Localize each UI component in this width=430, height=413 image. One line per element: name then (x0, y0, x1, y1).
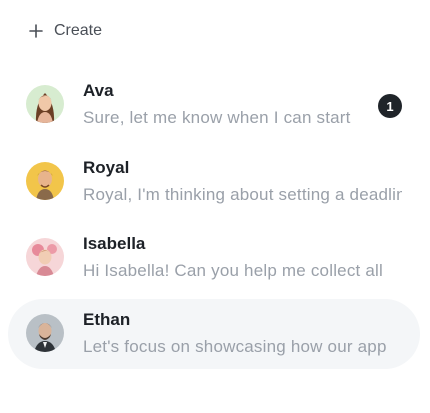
avatar (26, 238, 64, 276)
chat-name: Royal (83, 158, 130, 177)
chat-name: Ava (83, 81, 114, 100)
create-label: Create (54, 22, 103, 39)
chat-name: Isabella (83, 234, 146, 253)
chat-name: Ethan (83, 310, 131, 329)
chat-preview: Hi Isabella! Can you help me collect all (83, 261, 383, 280)
unread-badge: 1 (378, 94, 402, 118)
chat-preview: Let's focus on showcasing how our app (83, 337, 387, 356)
create-button[interactable]: Create (29, 20, 102, 42)
chat-preview: Sure, let me know when I can start (83, 108, 351, 127)
plus-icon (29, 24, 43, 38)
avatar (26, 85, 64, 123)
chat-item-ava[interactable]: Ava Sure, let me know when I can start 1 (8, 70, 420, 140)
chat-preview: Royal, I'm thinking about setting a dead… (83, 185, 402, 204)
chat-item-royal[interactable]: Royal Royal, I'm thinking about setting … (8, 147, 420, 217)
avatar (26, 162, 64, 200)
chat-item-isabella[interactable]: Isabella Hi Isabella! Can you help me co… (8, 223, 420, 293)
avatar (26, 314, 64, 352)
chat-item-ethan[interactable]: Ethan Let's focus on showcasing how our … (8, 299, 420, 369)
